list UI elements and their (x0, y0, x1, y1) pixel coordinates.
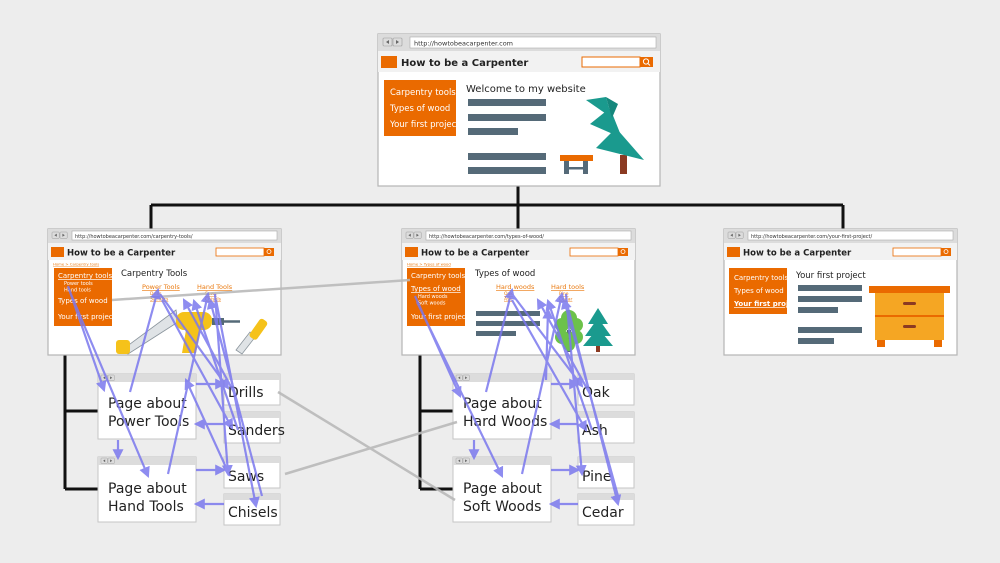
url-text: http://howtobeacarpenter.com/types-of-wo… (429, 234, 544, 240)
types-of-wood-window: http://howtobeacarpenter.com/types-of-wo… (401, 228, 636, 356)
drawer-cabinet-icon (869, 286, 950, 347)
menu-item-carpentry-tools[interactable]: Carpentry tools (390, 88, 456, 98)
search-button[interactable] (941, 248, 951, 256)
leaf-label: Ash (582, 423, 608, 439)
leaf-cedar: Cedar (577, 493, 635, 526)
link-power-tools[interactable]: Power Tools (142, 283, 180, 291)
site-logo (405, 247, 418, 257)
site-title: How to be a Carpenter (67, 249, 176, 259)
leaf-label: Chisels (228, 505, 278, 521)
menu-item-types-of-wood[interactable]: Types of wood (389, 104, 450, 114)
sitemap-diagram: http://howtobeacarpenter.com How to be a… (47, 33, 958, 526)
page-heading: Your first project (795, 271, 866, 281)
leaf-pine: Pine (577, 456, 635, 489)
search-button[interactable] (618, 248, 628, 256)
menu-item-types-of-wood[interactable]: Types of wood (410, 285, 461, 293)
page-heading: Welcome to my website (466, 84, 586, 95)
menu-item-carpentry-tools[interactable]: Carpentry tools (734, 274, 788, 282)
menu-item-types-of-wood[interactable]: Types of wood (733, 287, 784, 295)
leaf-chisels: Chisels (223, 493, 281, 526)
home-page-window: http://howtobeacarpenter.com How to be a… (377, 33, 661, 187)
link-hard-tools[interactable]: Hard tools (551, 283, 585, 291)
breadcrumb[interactable]: Home > Types of wood (407, 262, 451, 267)
leaf-label: Cedar (582, 505, 624, 521)
url-text: http://howtobeacarpenter.com/your-first-… (751, 234, 872, 240)
search-button[interactable] (264, 248, 274, 256)
menu-item-types-of-wood[interactable]: Types of wood (57, 297, 108, 305)
subpage-soft-woods: Page about Soft Woods (452, 456, 552, 523)
site-logo (727, 247, 740, 257)
link-hard-woods[interactable]: Hard woods (496, 283, 535, 291)
submenu-hard-woods[interactable]: Hard woods (418, 294, 448, 300)
site-title: How to be a Carpenter (743, 249, 852, 259)
breadcrumb[interactable]: Home > Carpentry tools (53, 262, 99, 267)
first-project-window: http://howtobeacarpenter.com/your-first-… (723, 228, 958, 356)
site-logo (51, 247, 64, 257)
url-text: http://howtobeacarpenter.com/carpentry-t… (75, 234, 193, 240)
site-title: How to be a Carpenter (401, 58, 528, 69)
menu-item-carpentry-tools[interactable]: Carpentry tools (58, 272, 112, 280)
url-text: http://howtobeacarpenter.com (414, 40, 513, 48)
page-heading: Carpentry Tools (121, 269, 188, 279)
subpage-hand-tools: Page about Hand Tools (97, 456, 197, 523)
menu-item-first-project[interactable]: Your first project (389, 120, 460, 130)
menu-item-first-project[interactable]: Your first project (410, 313, 469, 321)
submenu-soft-woods[interactable]: Soft woods (418, 301, 446, 307)
search-input[interactable] (569, 247, 619, 257)
menu-item-first-project[interactable]: Your first project (733, 300, 801, 308)
site-logo (381, 56, 397, 68)
search-input[interactable] (892, 247, 942, 257)
subpage-power-tools: Page about Power Tools (97, 373, 197, 440)
page-heading: Types of wood (474, 269, 535, 279)
site-title: How to be a Carpenter (421, 249, 530, 259)
leaf-label: Pine (582, 469, 612, 485)
menu-item-first-project[interactable]: Your first project (57, 313, 116, 321)
search-input[interactable] (215, 247, 265, 257)
search-input[interactable] (581, 56, 641, 68)
link-hand-tools[interactable]: Hand Tools (197, 283, 233, 291)
menu-item-carpentry-tools[interactable]: Carpentry tools (411, 272, 465, 280)
